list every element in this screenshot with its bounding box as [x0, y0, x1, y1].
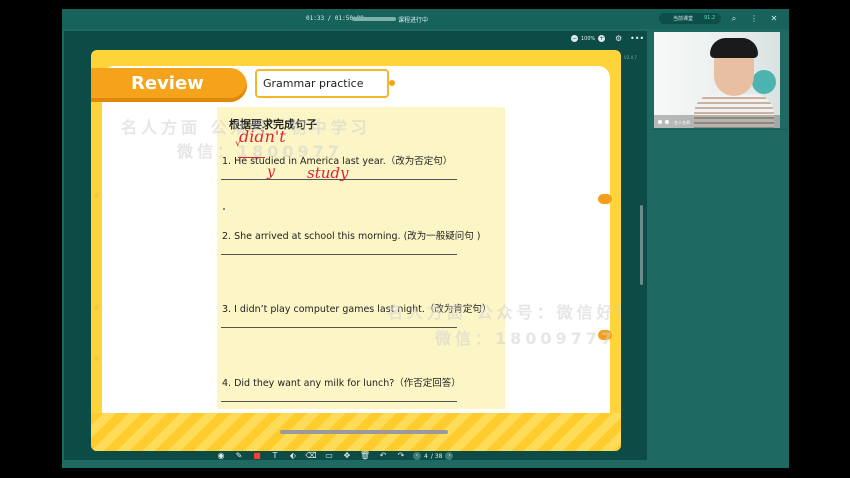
zoom-level: 100%	[581, 35, 596, 42]
shape-icon[interactable]: ▭	[323, 450, 335, 462]
zoom-in-icon[interactable]: +	[598, 35, 606, 42]
section-tab: Grammar practice	[255, 69, 389, 98]
version-label: V2.4.7	[624, 55, 637, 60]
section-title: Grammar practice	[263, 77, 364, 90]
camera-icon[interactable]	[665, 120, 669, 124]
answer-line-2	[221, 254, 457, 255]
color-swatch-icon[interactable]: ■	[251, 450, 263, 462]
horizontal-scrollbar[interactable]	[280, 430, 448, 434]
lesson-status: 课程进行中	[398, 17, 429, 24]
whiteboard-stage: − 100% + ⚙ ••• V2.4.7 Review Grammar pra…	[64, 31, 647, 460]
tab-knob	[389, 80, 395, 86]
question-2: 2. She arrived at school this morning. (…	[222, 231, 481, 242]
teacher-hair	[710, 38, 758, 58]
title-bar: 01:33 / 01:50:00 课程进行中 当前课堂 91.2 ⌕ ⋮ ✕	[62, 9, 789, 29]
settings-icon[interactable]: ⚙	[615, 34, 622, 43]
mic-icon[interactable]	[658, 120, 662, 124]
ink-y: y	[267, 164, 275, 180]
classroom-window: 01:33 / 01:50:00 课程进行中 当前课堂 91.2 ⌕ ⋮ ✕ −…	[62, 9, 789, 468]
more-options-icon[interactable]: •••	[630, 34, 644, 43]
pill-label: 当前课堂	[673, 16, 694, 22]
prev-page-icon[interactable]: ‹	[413, 452, 421, 460]
trash-icon[interactable]: 🗑	[359, 450, 371, 462]
eraser-icon[interactable]: ⌫	[305, 450, 317, 462]
current-page: 4	[424, 452, 428, 460]
video-label-bar: 名人名师	[654, 115, 780, 128]
left-dot	[94, 193, 99, 198]
lesson-progress-bar	[352, 17, 396, 21]
redo-icon[interactable]: ↷	[395, 450, 407, 462]
stray-dot	[223, 208, 225, 210]
total-pages: / 38	[430, 452, 443, 460]
undo-icon[interactable]: ↶	[377, 450, 389, 462]
zoom-icon[interactable]: ⌕	[728, 13, 740, 25]
close-icon[interactable]: ✕	[768, 13, 780, 25]
answer-line-3	[221, 327, 457, 328]
classroom-pill[interactable]: 当前课堂 91.2	[659, 13, 721, 24]
teacher-video: 名人名师	[654, 32, 780, 128]
drawing-toolbar: ◉ ✎ ■ T ⬖ ⌫ ▭ ✥ 🗑 ↶ ↷ ‹ 4 / 38 ›	[215, 449, 454, 463]
side-knob-upper	[598, 194, 612, 204]
answer-line-4	[221, 401, 457, 402]
side-panel	[651, 129, 787, 466]
text-icon[interactable]: T	[269, 450, 281, 462]
stage-toolbar: − 100% + ⚙ •••	[64, 31, 647, 48]
watermark: 微信：18009777	[435, 329, 617, 348]
zoom-control: − 100% +	[571, 35, 606, 42]
pen-icon[interactable]: ✎	[233, 450, 245, 462]
teacher-name: 名人名师	[674, 120, 690, 125]
move-icon[interactable]: ✥	[341, 450, 353, 462]
more-icon[interactable]: ⋮	[748, 13, 760, 25]
record-icon[interactable]: ◉	[215, 450, 227, 462]
zoom-out-icon[interactable]: −	[571, 35, 578, 42]
watermark: 名人方面 公众号：微信好学习	[387, 303, 621, 322]
left-dot	[94, 305, 99, 310]
video-decoration	[752, 70, 776, 94]
left-dot	[94, 356, 99, 361]
pill-value: 91.2	[704, 15, 716, 21]
slide: Review Grammar practice 根据要求完成句子 1. He s…	[91, 50, 621, 451]
watermark: 名人方面 公众号：初中学习	[121, 118, 371, 137]
watermark: 微信：1800977	[177, 142, 343, 161]
next-page-icon[interactable]: ›	[445, 452, 454, 460]
tag-icon[interactable]: ⬖	[287, 450, 299, 462]
review-title: Review	[131, 73, 204, 94]
question-4: 4. Did they want any milk for lunch?（作否定…	[222, 378, 461, 389]
review-tab: Review	[91, 68, 247, 102]
page-navigator: ‹ 4 / 38 ›	[413, 452, 454, 460]
ink-study: study	[307, 164, 349, 182]
vertical-scrollbar[interactable]	[640, 205, 643, 285]
